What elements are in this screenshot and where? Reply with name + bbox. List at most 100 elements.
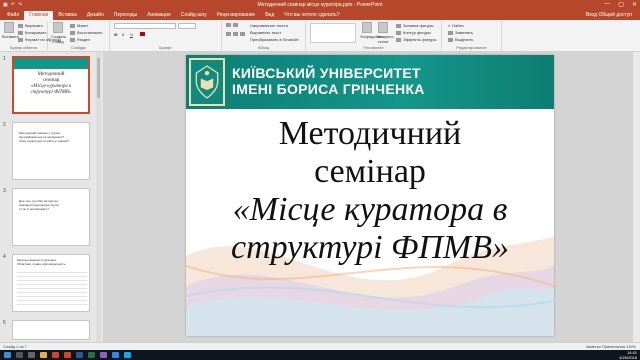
shape-effects-button[interactable]: Эффекты фигуры: [396, 37, 436, 42]
media-icon[interactable]: [100, 352, 107, 358]
book-emblem-icon: [195, 65, 219, 99]
university-banner: КИЇВСЬКИЙ УНІВЕРСИТЕТ ІМЕНІ БОРИСА ГРІНЧ…: [186, 55, 554, 109]
tab-animations[interactable]: Анимация: [142, 11, 175, 20]
align-left-icon: [226, 32, 231, 36]
underline-button[interactable]: Ч: [130, 32, 133, 37]
reset-button[interactable]: Восстановить: [70, 30, 103, 35]
numbering-icon: [233, 23, 238, 27]
current-slide[interactable]: КИЇВСЬКИЙ УНІВЕРСИТЕТ ІМЕНІ БОРИСА ГРІНЧ…: [186, 55, 554, 336]
select-icon: [448, 37, 453, 42]
copy-icon: [18, 30, 23, 35]
tab-insert[interactable]: Вставка: [53, 11, 82, 20]
font-size-field[interactable]: [178, 23, 196, 29]
italic-button[interactable]: К: [122, 32, 124, 37]
minimize-button[interactable]: —: [604, 1, 610, 8]
ribbon-tabs: Файл Главная Вставка Дизайн Переходы Ани…: [0, 10, 640, 20]
shapes-gallery[interactable]: [310, 23, 356, 43]
font-name-field[interactable]: [114, 23, 176, 29]
layout-button[interactable]: Макет: [70, 23, 88, 28]
group-font: Ж К Ч Шрифт: [110, 21, 222, 51]
signin-share[interactable]: Вход Общий доступ: [578, 11, 640, 20]
slide-counter: Слайд 1 из 7: [3, 344, 27, 349]
thumb-2-text: Методичний семінар у групах: Що відбуває…: [19, 131, 69, 143]
tab-transitions[interactable]: Переходы: [109, 11, 142, 20]
title-bar: ▣ ↶ ↷ Методичний семінар місце куратора.…: [0, 0, 640, 10]
brush-icon: [18, 37, 23, 42]
cut-button[interactable]: Вырезать: [18, 23, 43, 28]
search-icon[interactable]: [16, 352, 23, 358]
explorer-icon[interactable]: [40, 352, 47, 358]
maximize-button[interactable]: ▢: [618, 1, 624, 8]
paste-button[interactable]: Вставить: [2, 22, 19, 39]
tab-review[interactable]: Рецензирование: [212, 11, 261, 20]
tab-design[interactable]: Дизайн: [82, 11, 109, 20]
replace-icon: [448, 30, 453, 35]
section-icon: [70, 37, 75, 42]
align-center-icon: [233, 32, 238, 36]
thumb-number-2: 2: [3, 122, 6, 128]
tab-file[interactable]: Файл: [2, 11, 24, 20]
font-color-button[interactable]: [140, 32, 145, 36]
tab-view[interactable]: Вид: [260, 11, 279, 20]
align-text-button[interactable]: Выровнять текст: [250, 30, 281, 35]
outline-icon: [396, 30, 401, 35]
slide-thumbnail-4[interactable]: Загальні відомості куратора Обов'язки, п…: [12, 254, 90, 312]
paste-icon: [4, 22, 14, 33]
new-slide-button[interactable]: Создать слайд: [51, 22, 66, 44]
bullets-button[interactable]: [226, 23, 238, 27]
tab-slideshow[interactable]: Слайд-шоу: [176, 11, 212, 20]
text-direction-button[interactable]: Направление текста: [250, 23, 288, 28]
shape-fill-button[interactable]: Заливка фигуры: [396, 23, 434, 28]
thumb-4-table: [17, 269, 87, 307]
group-editing: ⌕ Найти Заменить Выделить Редактирование: [442, 21, 502, 51]
new-slide-icon: [53, 22, 63, 33]
windows-start-icon[interactable]: [4, 352, 11, 358]
task-view-icon[interactable]: [28, 352, 35, 358]
tab-home[interactable]: Главная: [24, 11, 54, 20]
taskbar: 14:41 4/26/2018: [0, 350, 640, 360]
slide-thumbnails-panel: 1 Методичний семінар «Місце куратора в с…: [0, 52, 103, 342]
slide-thumbnail-5[interactable]: [12, 320, 90, 340]
close-button[interactable]: ✕: [632, 1, 637, 8]
smartart-button[interactable]: Преобразовать в SmartArt: [250, 37, 299, 42]
thumb-number-5: 5: [3, 320, 6, 326]
arrange-icon: [362, 22, 372, 33]
photos-icon[interactable]: [112, 352, 119, 358]
align-right-icon: [240, 32, 245, 36]
find-button[interactable]: ⌕ Найти: [448, 23, 464, 28]
select-button[interactable]: Выделить: [448, 37, 473, 42]
replace-button[interactable]: Заменить: [448, 30, 473, 35]
thumb-banner: [14, 58, 88, 69]
excel-icon[interactable]: [88, 352, 95, 358]
window-title: Методичний семінар місце куратора.pptx -…: [257, 2, 383, 8]
canvas-scrollbar[interactable]: [633, 52, 640, 342]
chrome-icon[interactable]: [52, 352, 59, 358]
quick-styles-button[interactable]: Экспресс-стили: [376, 22, 395, 44]
effects-icon: [396, 37, 401, 42]
powerpoint-icon[interactable]: [64, 352, 71, 358]
thumb-number-1: 1: [3, 56, 6, 62]
section-button[interactable]: Раздел: [70, 37, 90, 42]
shape-outline-button[interactable]: Контур фигуры: [396, 30, 431, 35]
align-buttons[interactable]: [226, 32, 245, 36]
status-right[interactable]: Заметки Примечания 119%: [585, 344, 636, 349]
group-slides: Создать слайд Макет Восстановить Раздел …: [48, 21, 110, 51]
thumb-number-4: 4: [3, 254, 6, 260]
bold-button[interactable]: Ж: [114, 32, 118, 37]
copy-button[interactable]: Копировать: [18, 30, 47, 35]
thumbnails-scrollbar[interactable]: [96, 52, 101, 342]
slide-thumbnail-2[interactable]: Методичний семінар у групах: Що відбуває…: [12, 122, 90, 180]
tell-me-search[interactable]: Что вы хотите сделать?: [279, 11, 344, 20]
slide-thumbnail-3[interactable]: Для чого потрібні методичні семінари (ку…: [12, 188, 90, 246]
word-icon[interactable]: [76, 352, 83, 358]
slide-thumbnail-1[interactable]: Методичний семінар «Місце куратора в стр…: [12, 56, 90, 114]
system-clock[interactable]: 14:41 4/26/2018: [619, 350, 637, 360]
ribbon: Вставить Вырезать Копировать Формат по о…: [0, 20, 640, 52]
arrange-button[interactable]: Упорядочить: [360, 22, 384, 39]
find-icon: ⌕: [448, 23, 451, 28]
reset-icon: [70, 30, 75, 35]
scrollbar-thumb[interactable]: [97, 58, 100, 98]
font-color-icon: [140, 32, 145, 36]
skype-icon[interactable]: [124, 352, 131, 358]
slide-title[interactable]: Методичний семінар «Місце куратора в стр…: [186, 115, 554, 267]
